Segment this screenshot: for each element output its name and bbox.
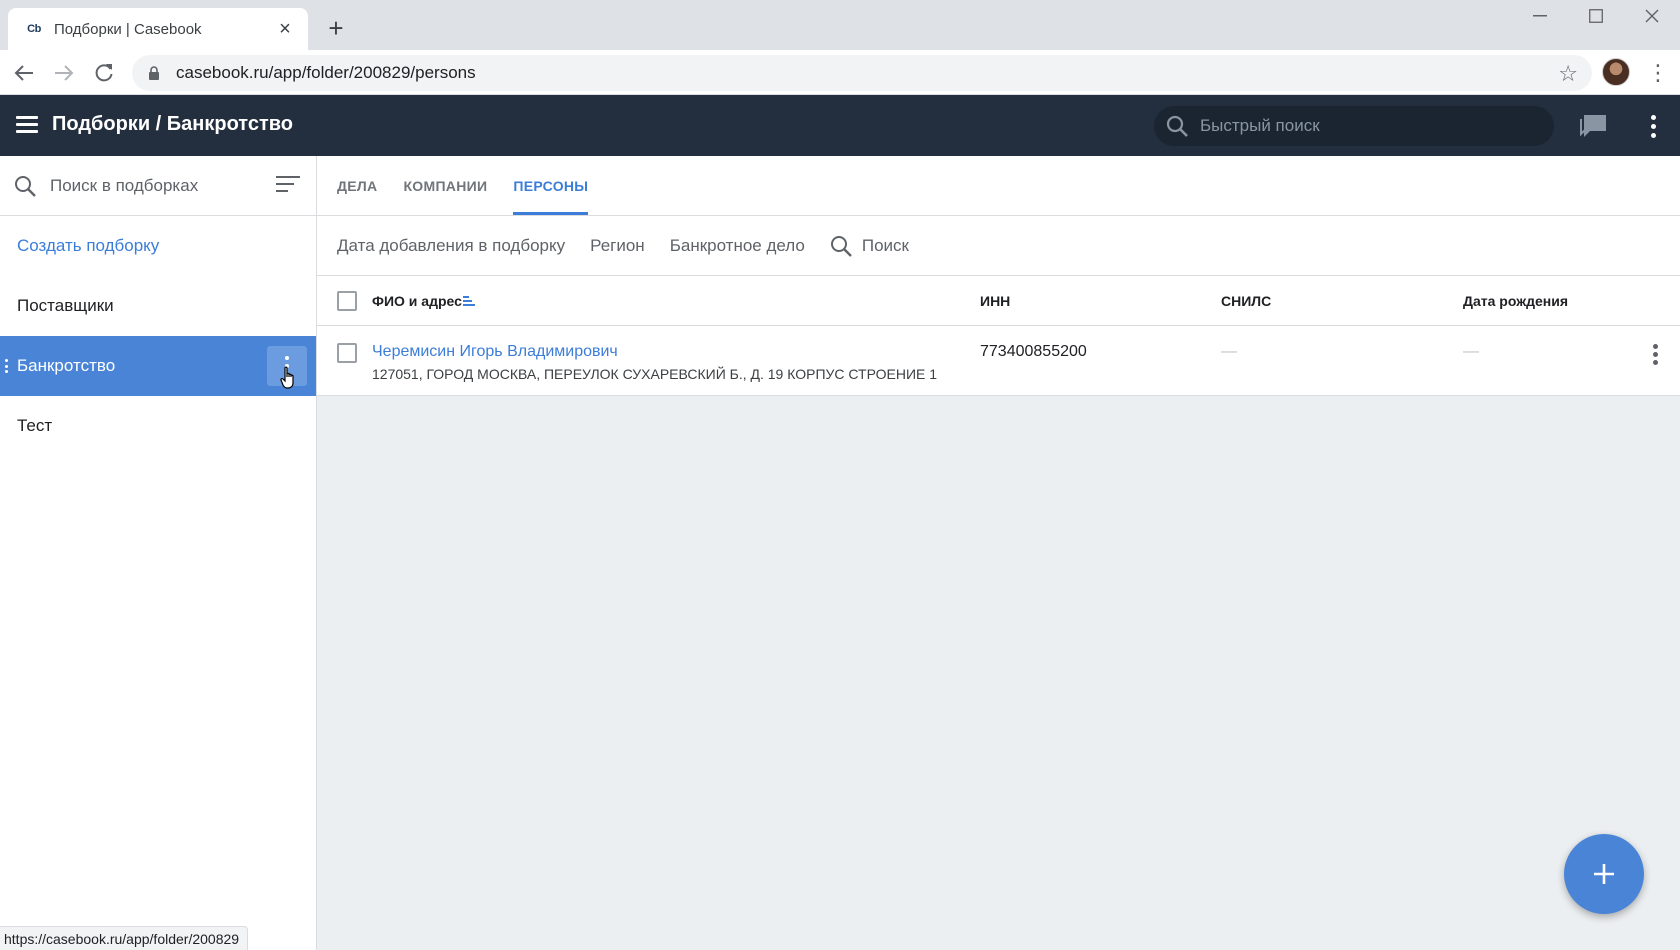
sidebar: Создать подборку Поставщики Банкротство … [0, 156, 317, 950]
casebook-favicon-icon: Cb [27, 23, 41, 35]
main-content: ДЕЛА КОМПАНИИ ПЕРСОНЫ Дата добавления в … [317, 156, 1680, 950]
search-icon [15, 175, 36, 197]
tab-companies[interactable]: КОМПАНИИ [403, 156, 487, 215]
plus-icon [1594, 864, 1614, 884]
column-name[interactable]: ФИО и адрес [372, 293, 462, 309]
person-inn: 773400855200 [980, 343, 1087, 360]
filter-bankruptcy-case[interactable]: Банкротное дело [670, 236, 805, 256]
status-bar-url: https://casebook.ru/app/folder/200829 [0, 926, 249, 950]
page-title: Подборки / Банкротство [52, 113, 294, 135]
table-row: Черемисин Игорь Владимирович 127051, ГОР… [317, 326, 1680, 396]
bookmark-star-icon[interactable]: ☆ [1558, 61, 1578, 87]
sidebar-item-label: Банкротство [17, 356, 116, 375]
sidebar-item-test[interactable]: Тест [0, 396, 316, 456]
browser-tabstrip: Cb Подборки | Casebook × + [0, 0, 1680, 50]
app-header: Подборки / Банкротство [0, 95, 1680, 156]
create-folder-button[interactable]: Создать подборку [0, 216, 316, 276]
sidebar-search [0, 156, 316, 216]
new-tab-icon[interactable]: + [322, 14, 350, 42]
search-icon [1166, 115, 1188, 137]
table-search-label: Поиск [861, 235, 909, 255]
address-bar[interactable]: casebook.ru/app/folder/200829/persons ☆ [132, 55, 1592, 91]
person-address: 127051, ГОРОД МОСКВА, ПЕРЕУЛОК СУХАРЕВСК… [372, 366, 938, 382]
browser-menu-icon[interactable]: ⋮ [1647, 59, 1669, 87]
table-search[interactable]: Поиск [830, 235, 909, 257]
drag-handle-icon[interactable] [5, 359, 8, 373]
hand-cursor-icon [280, 366, 294, 389]
browser-tab[interactable]: Cb Подборки | Casebook × [8, 8, 308, 50]
column-inn: ИНН [980, 293, 1011, 309]
tab-cases[interactable]: ДЕЛА [337, 156, 377, 215]
sort-filter-icon[interactable] [276, 176, 300, 194]
content-tabs: ДЕЛА КОМПАНИИ ПЕРСОНЫ [317, 156, 1680, 216]
sidebar-item-label: Тест [17, 416, 53, 435]
tab-persons[interactable]: ПЕРСОНЫ [513, 156, 589, 215]
filter-region[interactable]: Регион [590, 236, 645, 256]
window-close-icon[interactable] [1626, 4, 1678, 28]
person-name-link[interactable]: Черемисин Игорь Владимирович [372, 343, 618, 361]
row-checkbox[interactable] [337, 343, 357, 363]
profile-avatar[interactable] [1602, 58, 1630, 86]
back-icon[interactable] [10, 59, 38, 87]
filters-bar: Дата добавления в подборку Регион Банкро… [317, 216, 1680, 276]
filter-date-added[interactable]: Дата добавления в подборку [337, 236, 565, 256]
person-snils: — [1221, 343, 1237, 360]
url-text: casebook.ru/app/folder/200829/persons [176, 63, 476, 82]
sidebar-item-label: Поставщики [17, 296, 114, 315]
maximize-icon[interactable] [1570, 4, 1622, 28]
forward-icon[interactable] [50, 59, 78, 87]
row-more-icon[interactable] [1649, 342, 1661, 366]
lock-icon [148, 66, 162, 80]
reload-icon[interactable] [90, 59, 118, 87]
select-all-checkbox[interactable] [337, 291, 357, 311]
column-birth-date: Дата рождения [1463, 293, 1569, 309]
add-fab-button[interactable] [1564, 834, 1644, 914]
person-birth-date: — [1463, 343, 1479, 360]
browser-toolbar: casebook.ru/app/folder/200829/persons ☆ … [0, 50, 1680, 95]
column-snils: СНИЛС [1221, 293, 1272, 309]
sidebar-search-input[interactable] [50, 175, 250, 196]
sort-icon[interactable] [463, 296, 475, 306]
table-header: ФИО и адрес ИНН СНИЛС Дата рождения [317, 276, 1680, 326]
sidebar-item-bankruptcy[interactable]: Банкротство [0, 336, 316, 396]
app-more-icon[interactable] [1645, 111, 1661, 141]
chat-icon[interactable] [1580, 113, 1608, 139]
browser-tab-title: Подборки | Casebook [54, 20, 202, 38]
hamburger-menu-icon[interactable] [16, 116, 38, 134]
sidebar-item-suppliers[interactable]: Поставщики [0, 276, 316, 336]
search-icon [830, 235, 852, 257]
quick-search-input[interactable] [1200, 116, 1520, 136]
quick-search[interactable] [1154, 106, 1554, 146]
close-icon[interactable]: × [274, 18, 296, 40]
persons-table: ФИО и адрес ИНН СНИЛС Дата рождения Чере… [317, 276, 1680, 396]
minimize-icon[interactable] [1514, 4, 1566, 28]
